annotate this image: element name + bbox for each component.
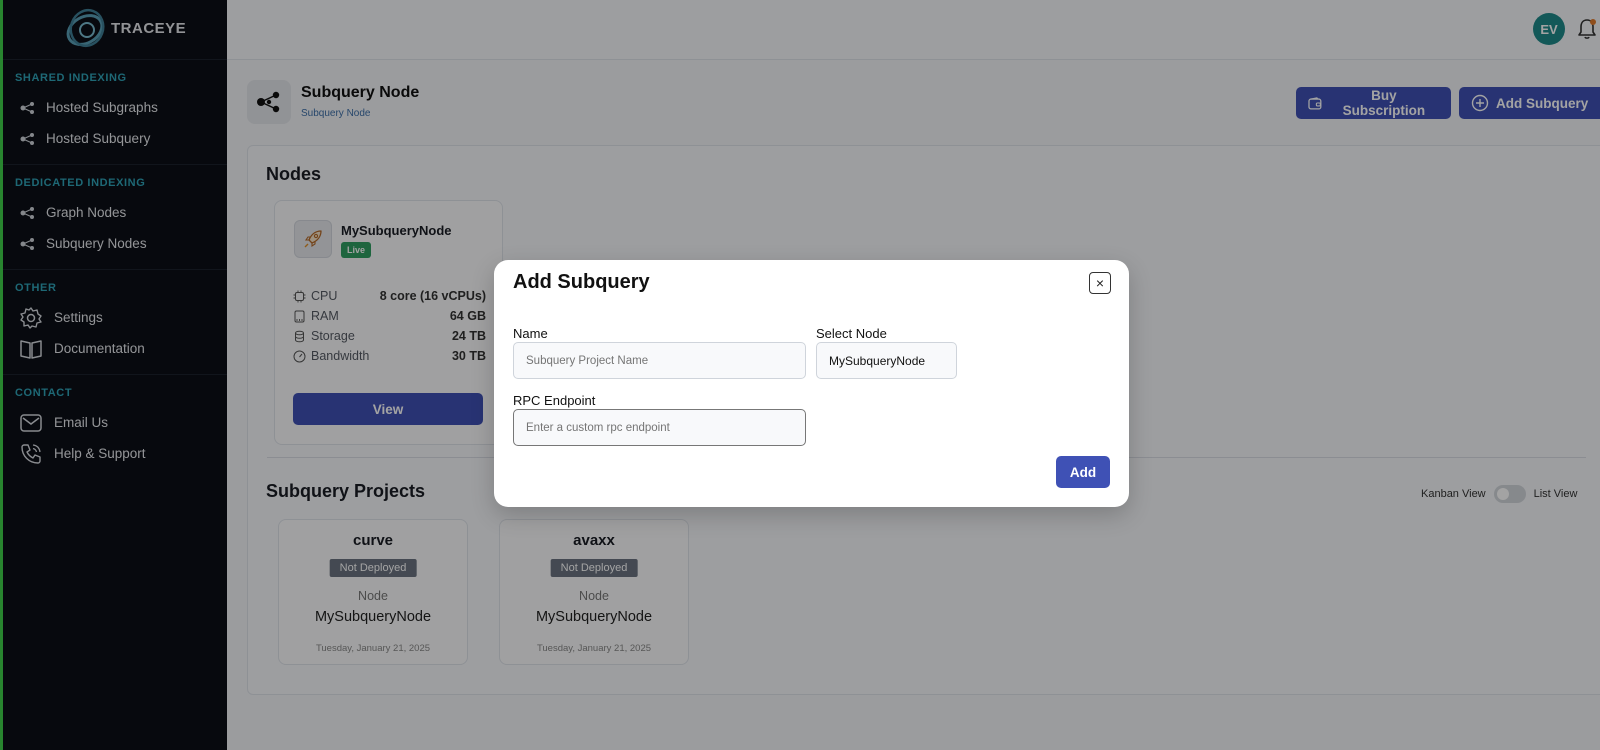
add-subquery-modal: Add Subquery × Name Select Node MySubque… <box>494 260 1129 507</box>
name-label: Name <box>513 326 548 341</box>
project-name-input[interactable] <box>513 342 806 379</box>
add-button[interactable]: Add <box>1056 456 1110 488</box>
close-icon: × <box>1095 275 1105 291</box>
select-node-value: MySubqueryNode <box>829 353 926 368</box>
rpc-endpoint-input[interactable] <box>513 409 806 446</box>
modal-title: Add Subquery <box>513 271 650 293</box>
select-node-dropdown[interactable]: MySubqueryNode <box>816 342 957 379</box>
close-button[interactable]: × <box>1089 272 1111 294</box>
rpc-endpoint-label: RPC Endpoint <box>513 393 596 408</box>
select-node-label: Select Node <box>816 326 887 341</box>
